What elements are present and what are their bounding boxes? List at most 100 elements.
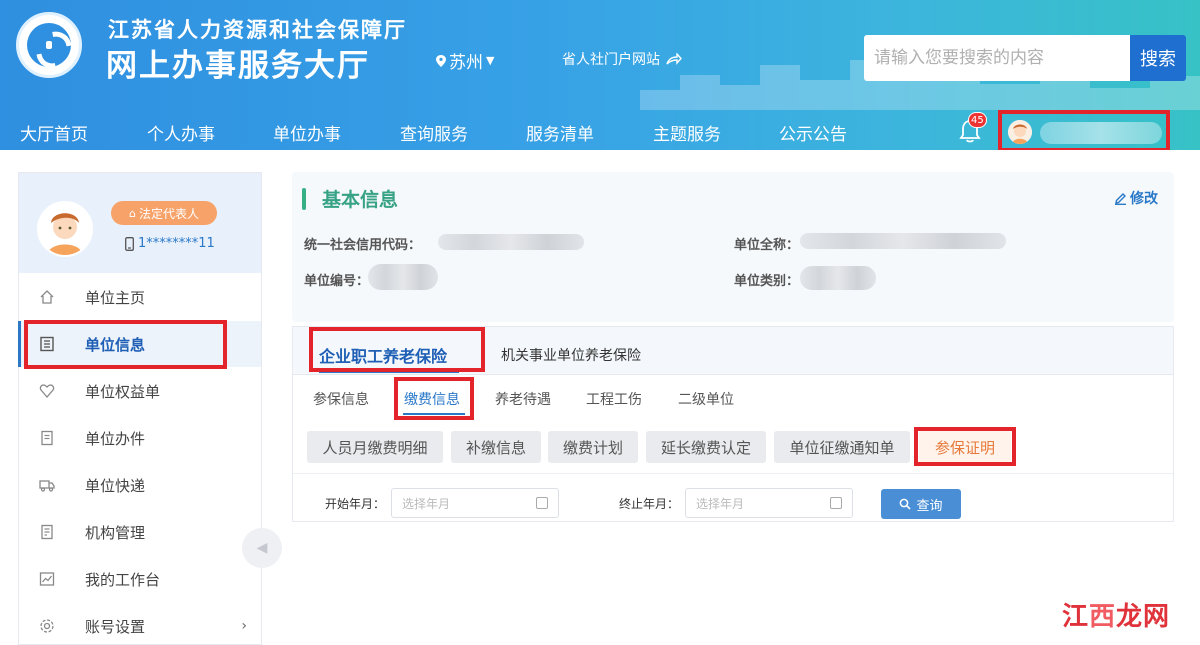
share-arrow-icon (666, 53, 682, 65)
full-name-label: 单位全称： (734, 238, 800, 253)
unit-category-label: 单位类别： (734, 274, 800, 289)
start-month-label: 开始年月： (325, 497, 386, 511)
sidebar-collapse-button[interactable]: ◀ (242, 528, 282, 568)
sidebar-profile: ⌂ 法定代表人 1********11 (19, 173, 261, 273)
user-account-menu[interactable] (998, 110, 1170, 150)
pencil-icon (1115, 192, 1126, 205)
search-input[interactable] (864, 35, 1130, 81)
city-label: 苏州 (449, 53, 483, 73)
divider (293, 473, 1173, 474)
section-accent-bar (302, 188, 306, 210)
sidebar-item-workbench[interactable]: 我的工作台 (19, 556, 261, 602)
notification-badge: 45 (968, 112, 987, 128)
end-month-picker[interactable]: 选择年月 (685, 488, 853, 518)
sidebar-item-label: 我的工作台 (85, 570, 161, 589)
ministry-logo[interactable] (16, 12, 82, 78)
nav-item-theme[interactable]: 主题服务 (653, 120, 721, 145)
header-banner: 江苏省人力资源和社会保障厅 网上办事服务大厅 苏州 ▼ 省人社门户网站 搜索 大… (0, 0, 1200, 150)
watermark-part-1: 江 (1062, 602, 1090, 632)
house-icon: ⌂ (129, 206, 136, 220)
highlight-frame-payment-subtab (394, 377, 474, 420)
subtab-enrollment-info[interactable]: 参保信息 (313, 389, 369, 409)
city-selector[interactable]: 苏州 ▼ (436, 48, 494, 73)
phone-number: 1********11 (125, 236, 215, 251)
edit-button[interactable]: 修改 (1114, 188, 1158, 208)
unit-number-label: 单位编号： (304, 274, 370, 289)
location-pin-icon (436, 54, 446, 67)
chevron-right-icon: › (241, 618, 247, 634)
highlight-frame-certificate-chip (914, 427, 1016, 466)
full-name-value-redacted (800, 233, 1006, 249)
subtab-pension-benefits[interactable]: 养老待遇 (495, 389, 551, 409)
start-month-placeholder: 选择年月 (402, 496, 451, 511)
nav-item-personal[interactable]: 个人办事 (147, 120, 215, 145)
edit-label: 修改 (1130, 191, 1158, 207)
portal-link[interactable]: 省人社门户网站 (562, 49, 682, 69)
highlight-frame-unit-info (24, 320, 227, 369)
truck-icon (39, 480, 55, 492)
chip-back-payment[interactable]: 补缴信息 (451, 431, 541, 463)
chip-extended-payment[interactable]: 延长缴费认定 (646, 431, 766, 463)
search-button[interactable]: 搜索 (1130, 35, 1186, 81)
unit-category-value-redacted (800, 266, 876, 290)
unit-number-value-redacted (368, 264, 438, 290)
highlight-frame-enterprise-tab (309, 327, 485, 372)
sidebar-item-label: 单位快递 (85, 476, 146, 495)
nav-item-notice[interactable]: 公示公告 (779, 120, 847, 145)
calendar-icon (830, 497, 842, 509)
building-icon (41, 524, 53, 540)
tab-institution-pension[interactable]: 机关事业单位养老保险 (501, 345, 641, 365)
sidebar-item-rights[interactable]: 单位权益单 (19, 368, 261, 414)
sidebar-item-label: 单位办件 (85, 429, 146, 448)
basic-info-card: 基本信息 修改 统一社会信用代码： 单位全称： 单位编号： 单位类别： (292, 172, 1174, 322)
hall-name: 网上办事服务大厅 (106, 48, 370, 84)
credit-code-value-redacted (438, 234, 584, 250)
sidebar-item-account-settings[interactable]: 账号设置 › (19, 603, 261, 645)
main-nav: 大厅首页 个人办事 单位办事 查询服务 服务清单 主题服务 公示公告 (0, 110, 900, 150)
end-month-label: 终止年月： (619, 497, 680, 511)
sidebar-item-express[interactable]: 单位快递 (19, 462, 261, 508)
subtab-secondary-unit[interactable]: 二级单位 (678, 389, 734, 409)
chevron-down-icon: ▼ (486, 54, 495, 67)
sidebar-item-label: 账号设置 (85, 617, 146, 636)
sidebar-item-cases[interactable]: 单位办件 (19, 415, 261, 461)
chart-icon (39, 572, 55, 586)
chip-collection-notice[interactable]: 单位征缴通知单 (774, 431, 910, 463)
user-name-redacted (1040, 122, 1162, 144)
chip-payment-plan[interactable]: 缴费计划 (548, 431, 638, 463)
nav-item-service-list[interactable]: 服务清单 (526, 120, 594, 145)
watermark-part-2: 西 (1089, 602, 1117, 632)
sidebar-item-label: 机构管理 (85, 523, 146, 542)
calendar-icon (536, 497, 548, 509)
query-button-label: 查询 (916, 498, 943, 514)
sidebar-item-label: 单位主页 (85, 288, 146, 307)
watermark-part-3: 龙网 (1116, 602, 1171, 632)
heart-shield-icon (39, 384, 55, 398)
gear-icon (40, 619, 54, 633)
nav-item-unit[interactable]: 单位办事 (273, 120, 341, 145)
chip-monthly-payment-detail[interactable]: 人员月缴费明细 (307, 431, 443, 463)
sidebar-item-org-management[interactable]: 机构管理 (19, 509, 261, 555)
watermark-logo: 江西龙网 (1062, 596, 1170, 633)
triangle-left-icon: ◀ (256, 540, 268, 556)
avatar (37, 201, 93, 257)
sidebar-item-unit-home[interactable]: 单位主页 (19, 274, 261, 320)
query-button[interactable]: 查询 (881, 489, 961, 519)
logo-emblem-icon (27, 23, 71, 67)
subtab-work-injury[interactable]: 工程工伤 (586, 389, 642, 409)
role-badge-label: 法定代表人 (138, 206, 199, 221)
nav-item-query[interactable]: 查询服务 (400, 120, 468, 145)
start-month-picker[interactable]: 选择年月 (391, 488, 559, 518)
phone-text: 1********11 (138, 236, 215, 251)
section-title: 基本信息 (322, 189, 399, 211)
search-icon (900, 498, 912, 510)
portal-link-label: 省人社门户网站 (562, 52, 660, 68)
end-month-placeholder: 选择年月 (696, 496, 745, 511)
credit-code-label: 统一社会信用代码： (304, 238, 422, 253)
sidebar-item-label: 单位权益单 (85, 382, 161, 401)
nav-item-home[interactable]: 大厅首页 (20, 120, 88, 145)
file-icon (41, 430, 53, 446)
home-icon (40, 290, 54, 304)
sidebar: ⌂ 法定代表人 1********11 单位主页 单位信息 单位权益单 单位办件… (18, 172, 262, 645)
user-avatar (1008, 120, 1032, 144)
